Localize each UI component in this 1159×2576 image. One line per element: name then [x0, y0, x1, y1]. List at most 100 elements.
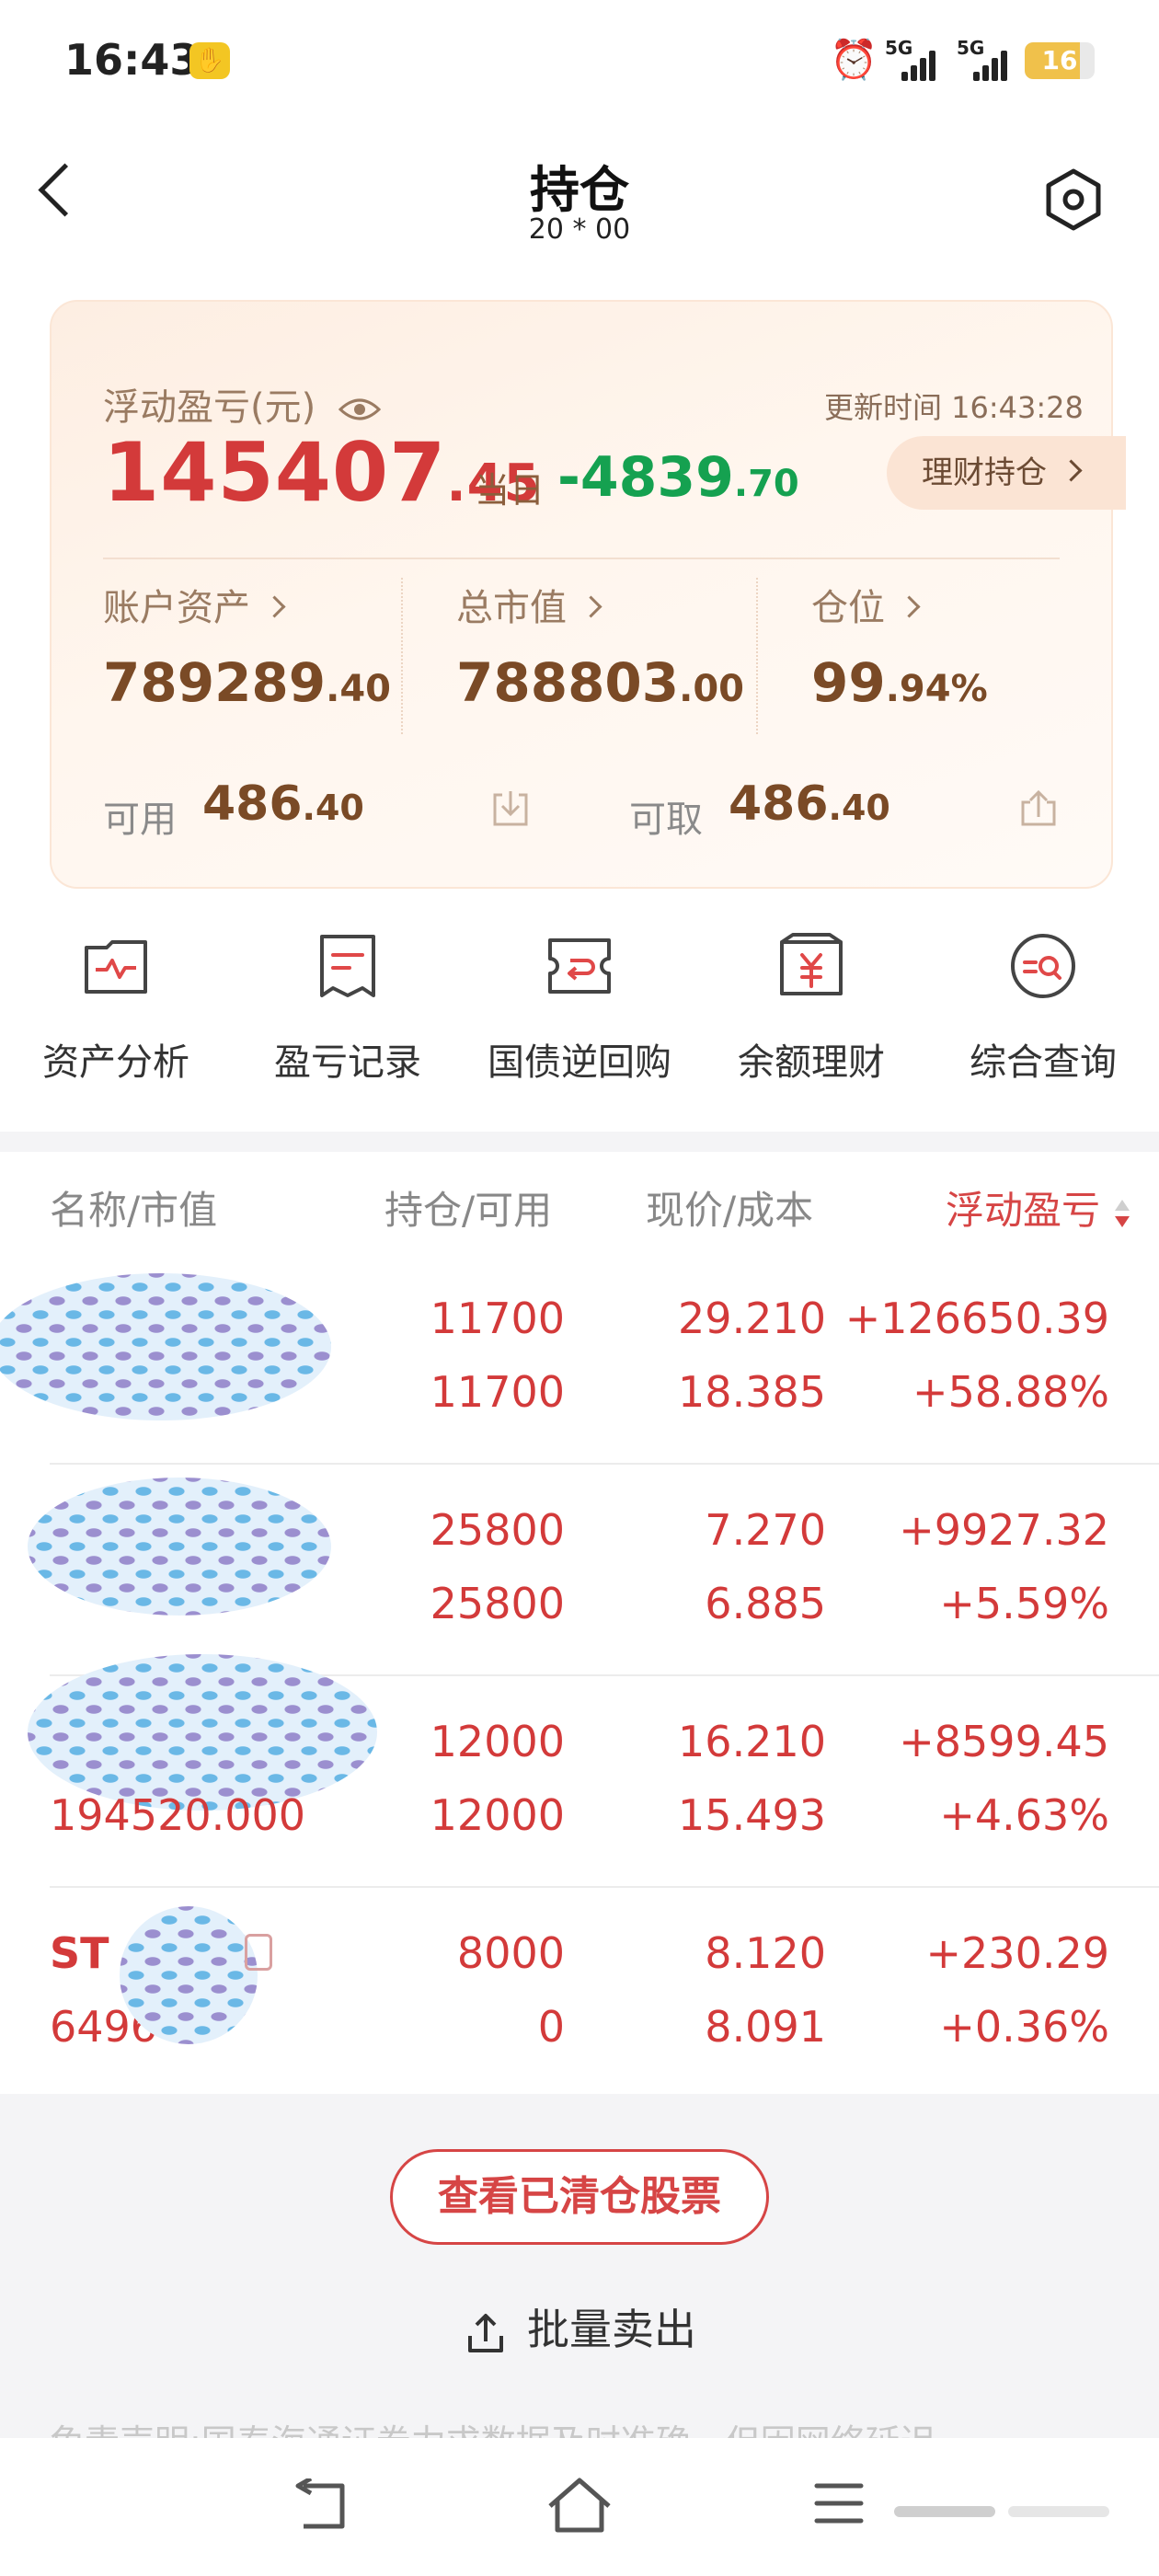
shortcut-balance-wealth[interactable]: 余额理财	[710, 929, 912, 1086]
shortcut-query[interactable]: 综合查询	[942, 929, 1144, 1086]
today-pnl-value: -4839.70	[557, 445, 799, 510]
transfer-in-icon[interactable]	[489, 788, 532, 828]
market-value-value: 788803.00	[456, 651, 744, 714]
margin-tag-icon	[245, 1934, 272, 1971]
float-pnl-amount: +126650.39	[844, 1294, 1109, 1343]
cost-price: 18.385	[678, 1367, 826, 1417]
market-value-link[interactable]: 总市值	[456, 578, 602, 631]
batch-sell-button[interactable]: 批量卖出	[0, 2296, 1159, 2357]
shortcut-label: 余额理财	[738, 1041, 885, 1084]
hold-qty: 25800	[430, 1505, 565, 1555]
chevron-right-icon	[898, 594, 921, 618]
chevron-right-icon	[580, 594, 602, 618]
avail-qty: 25800	[430, 1579, 565, 1628]
eye-icon[interactable]	[338, 396, 382, 423]
column-separator	[401, 578, 403, 734]
account-number: 20 * 00	[528, 213, 631, 246]
cost-price: 8.091	[705, 2002, 826, 2052]
signal-icon-1	[901, 48, 942, 81]
header-hold-avail: 持仓/可用	[384, 1188, 553, 1233]
signal-icon-2	[973, 48, 1014, 81]
shortcut-label: 国债逆回购	[488, 1041, 671, 1084]
notification-badge-icon: ✋	[189, 42, 230, 79]
balance-wealth-icon	[780, 933, 843, 995]
table-row[interactable]: ST 6496 8000 0 8.120 8.091 +230.29 +0.36…	[0, 1888, 1159, 2099]
battery-level: 16	[1041, 45, 1078, 75]
current-price: 16.210	[678, 1717, 826, 1766]
shortcut-reverse-repo[interactable]: 国债逆回购	[478, 929, 681, 1086]
float-pnl-percent: +5.59%	[939, 1579, 1109, 1628]
account-assets-link[interactable]: 账户资产	[103, 578, 286, 631]
page-title: 持仓	[530, 161, 629, 219]
table-row[interactable]: 25800 25800 7.270 6.885 +9927.32 +5.59%	[0, 1465, 1159, 1676]
withdrawable-value: 486.40	[729, 776, 890, 832]
nav-back-icon[interactable]	[291, 2478, 350, 2534]
current-price: 7.270	[705, 1505, 826, 1555]
header-price-cost: 现价/成本	[646, 1188, 814, 1233]
nav-menu-icon[interactable]	[813, 2480, 865, 2526]
position-link[interactable]: 仓位	[811, 578, 921, 631]
float-pnl-row: 浮动盈亏(元)	[103, 377, 382, 431]
reverse-repo-icon	[548, 938, 611, 994]
name-redaction	[120, 1906, 258, 2044]
shortcut-label: 资产分析	[42, 1041, 189, 1084]
float-pnl-amount: +8599.45	[899, 1717, 1109, 1766]
position-value: 99.94%	[811, 651, 988, 714]
account-assets-value: 789289.40	[103, 651, 391, 714]
view-cleared-stocks-button[interactable]: 查看已清仓股票	[390, 2149, 769, 2245]
query-icon	[1011, 934, 1075, 998]
pnl-record-icon	[320, 935, 375, 997]
settings-icon[interactable]	[1041, 167, 1106, 232]
available-label: 可用	[103, 799, 177, 841]
current-price: 29.210	[678, 1294, 826, 1343]
card-divider	[103, 558, 1060, 559]
chevron-right-icon	[1060, 459, 1083, 482]
today-pnl-label: 当日	[475, 470, 545, 511]
sort-icon	[1115, 1199, 1130, 1227]
hold-qty: 11700	[430, 1294, 565, 1343]
holdings-table: 名称/市值 持仓/可用 现价/成本 浮动盈亏 11700 11700 29.21…	[0, 1152, 1159, 2094]
shortcut-asset-analysis[interactable]: 资产分析	[15, 929, 217, 1086]
stock-name: ST	[50, 1928, 109, 1978]
available-value: 486.40	[202, 776, 364, 832]
market-value: 194520.000	[50, 1790, 306, 1840]
float-pnl-percent: +58.88%	[912, 1367, 1109, 1417]
name-redaction	[28, 1654, 377, 1811]
float-pnl-amount: +9927.32	[899, 1505, 1109, 1555]
asset-analysis-icon	[85, 940, 147, 994]
avail-qty: 11700	[430, 1367, 565, 1417]
shortcut-pnl-record[interactable]: 盈亏记录	[247, 929, 449, 1086]
avail-qty: 0	[537, 2002, 565, 2052]
alarm-icon: ⏰	[830, 37, 878, 82]
hold-qty: 8000	[456, 1928, 565, 1978]
current-price: 8.120	[705, 1928, 826, 1978]
float-pnl-percent: +0.36%	[939, 2002, 1109, 2052]
float-pnl-percent: +4.63%	[939, 1790, 1109, 1840]
scroll-indicator	[894, 2506, 1115, 2517]
nav-home-icon[interactable]	[546, 2477, 613, 2534]
shortcut-label: 盈亏记录	[274, 1041, 421, 1084]
column-separator	[756, 578, 758, 734]
float-pnl-amount: +230.29	[925, 1928, 1110, 1978]
upload-icon	[468, 2313, 503, 2352]
table-row[interactable]: 194520.000 12000 12000 16.210 15.493 +85…	[0, 1654, 1159, 1888]
header-name-value: 名称/市值	[50, 1188, 218, 1233]
chevron-right-icon	[263, 594, 286, 618]
wealth-holdings-button[interactable]: 理财持仓	[887, 436, 1126, 510]
table-row[interactable]: 11700 11700 29.210 18.385 +126650.39 +58…	[0, 1253, 1159, 1465]
system-nav-bar	[0, 2438, 1159, 2576]
transfer-out-icon[interactable]	[1017, 788, 1060, 828]
withdrawable-label: 可取	[629, 799, 703, 841]
hold-qty: 12000	[430, 1717, 565, 1766]
shortcut-label: 综合查询	[970, 1041, 1117, 1084]
asset-summary-card: 浮动盈亏(元) 更新时间 16:43:28 145407.45 当日 -4839…	[50, 300, 1126, 889]
cost-price: 6.885	[705, 1579, 826, 1628]
name-redaction	[0, 1273, 331, 1420]
cost-price: 15.493	[678, 1790, 826, 1840]
float-pnl-label: 浮动盈亏(元)	[103, 386, 316, 429]
status-time: 16:43	[64, 35, 200, 85]
header-float-pnl[interactable]: 浮动盈亏	[946, 1179, 1132, 1236]
avail-qty: 12000	[430, 1790, 565, 1840]
update-time: 更新时间 16:43:28	[824, 390, 1084, 425]
name-redaction	[28, 1478, 331, 1616]
